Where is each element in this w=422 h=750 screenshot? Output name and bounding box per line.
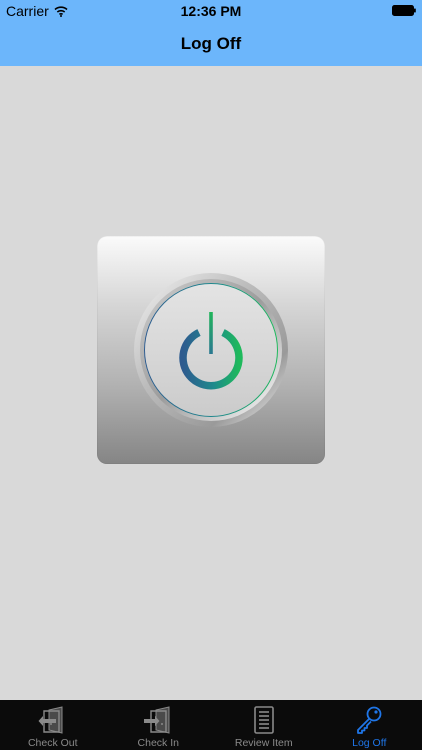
power-icon — [134, 273, 288, 427]
tab-log-off-label: Log Off — [352, 737, 387, 749]
tab-check-out-label: Check Out — [27, 737, 78, 749]
page-title: Log Off — [180, 34, 242, 53]
tab-review-item[interactable]: Review Item — [211, 700, 317, 750]
tab-review-item-label: Review Item — [234, 737, 293, 749]
status-bar: Carrier 12:36 PM — [0, 0, 422, 22]
log-off-power-button[interactable] — [97, 236, 325, 464]
tab-check-in-label: Check In — [137, 737, 179, 749]
status-time: 12:36 PM — [180, 3, 242, 19]
key-icon — [357, 706, 382, 734]
tab-bar: Check Out Check In Review Item Log Off — [0, 700, 422, 750]
battery-icon — [392, 5, 416, 16]
navigation-bar: Carrier 12:36 PM Log Off — [0, 0, 422, 66]
check-in-icon — [144, 706, 170, 734]
tab-check-out[interactable]: Check Out — [0, 700, 106, 750]
tab-check-in[interactable]: Check In — [106, 700, 212, 750]
check-out-icon — [38, 706, 63, 734]
document-list-icon — [253, 706, 274, 734]
tab-log-off[interactable]: Log Off — [317, 700, 422, 750]
